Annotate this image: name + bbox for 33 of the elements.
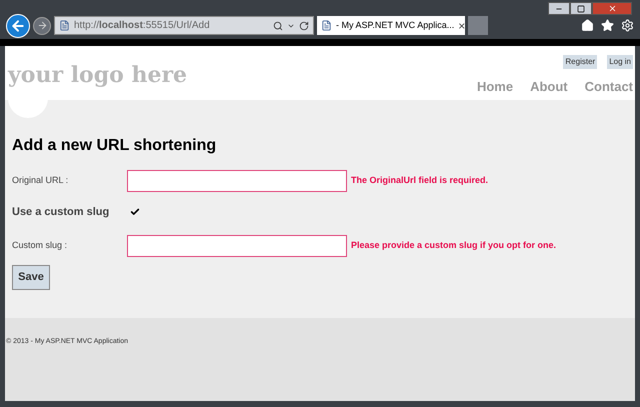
field-label: Custom slug :: [12, 239, 68, 252]
home-icon[interactable]: [581, 19, 594, 32]
form-title: Add a new URL shortening: [12, 136, 218, 156]
browser-tab[interactable]: - My ASP.NET MVC Applica... ×: [317, 16, 465, 35]
account-link[interactable]: Register: [563, 55, 598, 69]
text-field[interactable]: [127, 235, 347, 257]
validation-error: The OriginalUrl field is required.: [351, 174, 488, 188]
tab-title: - My ASP.NET MVC Applica...: [336, 18, 454, 32]
back-button[interactable]: [6, 14, 30, 38]
close-button[interactable]: [592, 2, 632, 15]
tab-close-button[interactable]: ×: [458, 16, 466, 34]
page-icon: [59, 20, 70, 31]
checkbox-label: Use a custom slug: [12, 204, 110, 220]
settings-icon[interactable]: [621, 19, 634, 32]
star-icon[interactable]: [601, 19, 614, 32]
forward-button[interactable]: [33, 16, 51, 34]
address-text: http://localhost:55515/Url/Add: [74, 19, 211, 33]
text-field[interactable]: [127, 170, 347, 192]
save-button[interactable]: Save: [12, 265, 50, 290]
address-bar[interactable]: http://localhost:55515/Url/Add: [54, 16, 314, 35]
account-link[interactable]: Log in: [607, 55, 633, 69]
field-label: Original URL :: [12, 174, 70, 188]
logo-text: your logo here: [8, 61, 188, 87]
search-icon[interactable]: [273, 20, 283, 30]
forward-arrow-icon: [36, 20, 48, 31]
page-icon: [321, 20, 332, 31]
maximize-icon: [577, 4, 585, 12]
checkbox[interactable]: [130, 207, 140, 217]
refresh-icon[interactable]: [299, 20, 309, 30]
validation-error: Please provide a custom slug if you opt for one.: [351, 239, 556, 252]
maximize-button[interactable]: [570, 2, 592, 15]
minimize-button[interactable]: [548, 2, 570, 15]
close-icon: [608, 4, 616, 13]
